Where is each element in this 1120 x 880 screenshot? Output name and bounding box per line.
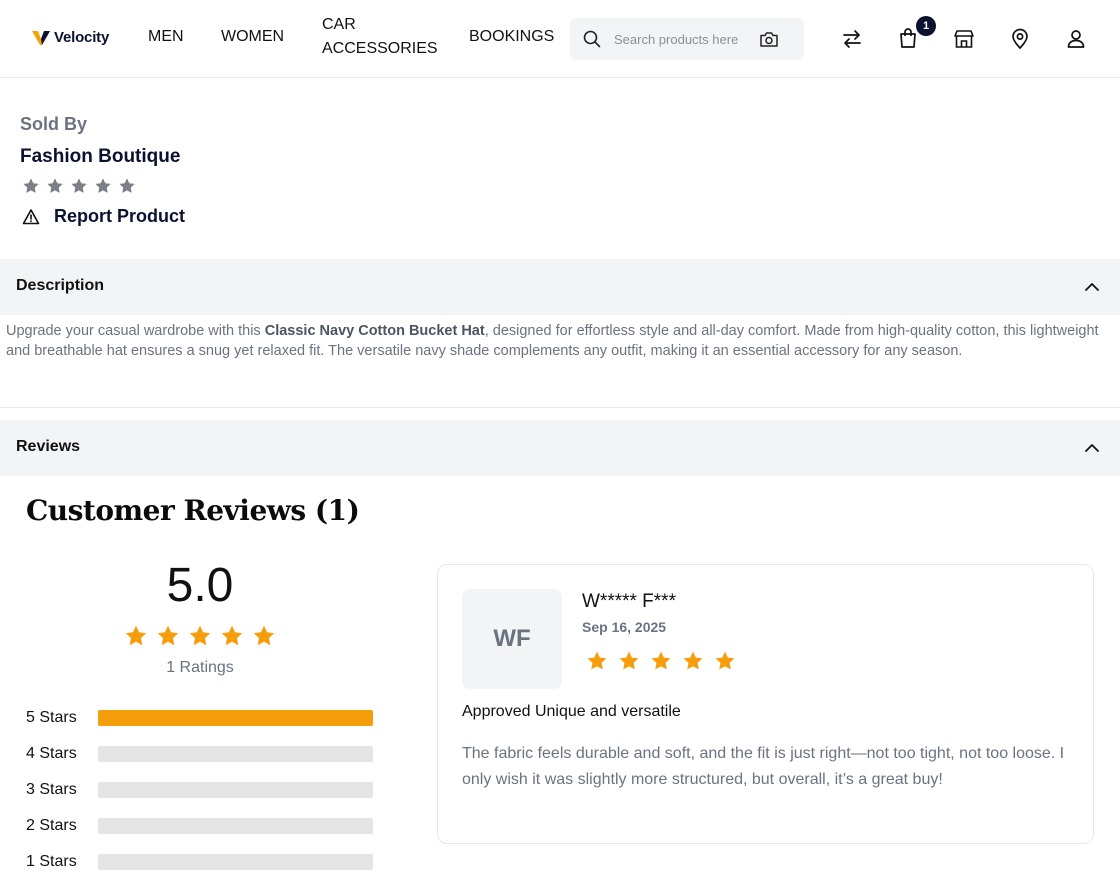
description-title: Description bbox=[16, 277, 105, 294]
nav-men[interactable]: MEN bbox=[148, 25, 184, 49]
site-header: Velocity MEN WOMEN CAR ACCESSORIES BOOKI… bbox=[0, 0, 1120, 78]
review-stars bbox=[586, 650, 736, 672]
report-product-label: Report Product bbox=[54, 206, 186, 226]
nav-bookings[interactable]: BOOKINGS bbox=[469, 25, 554, 49]
star-icon bbox=[119, 178, 135, 193]
brand-logo[interactable]: Velocity bbox=[32, 28, 109, 46]
user-icon[interactable] bbox=[1064, 27, 1088, 51]
search-icon[interactable] bbox=[583, 30, 601, 48]
star-icon bbox=[221, 625, 243, 646]
store-icon[interactable] bbox=[952, 27, 976, 51]
rating-bar-4: 4 Stars bbox=[26, 744, 376, 764]
star-icon bbox=[683, 651, 703, 670]
nav-car-accessories[interactable]: CAR ACCESSORIES bbox=[322, 13, 442, 61]
ratings-count: 1 Ratings bbox=[166, 659, 234, 676]
star-icon bbox=[587, 651, 607, 670]
rating-bar-1: 1 Stars bbox=[26, 852, 376, 872]
rating-bar-track bbox=[98, 746, 373, 762]
seller-name-link[interactable]: Fashion Boutique bbox=[20, 146, 180, 168]
star-icon bbox=[23, 178, 39, 193]
review-card: WF W***** F*** Sep 16, 2025 Approved Uni… bbox=[437, 564, 1094, 844]
rating-bar-track bbox=[98, 818, 373, 834]
velocity-logo-icon bbox=[32, 31, 50, 45]
search-bar bbox=[570, 18, 804, 60]
star-icon bbox=[71, 178, 87, 193]
brand-name: Velocity bbox=[54, 28, 110, 46]
star-icon bbox=[253, 625, 275, 646]
rating-bar-label: 5 Stars bbox=[26, 709, 77, 726]
rating-bar-track bbox=[98, 782, 373, 798]
compare-icon[interactable] bbox=[840, 27, 864, 51]
description-text: Upgrade your casual wardrobe with this C… bbox=[6, 321, 1110, 361]
star-icon bbox=[651, 651, 671, 670]
rating-bar-label: 3 Stars bbox=[26, 781, 77, 798]
nav-women[interactable]: WOMEN bbox=[221, 25, 284, 49]
description-text-intro: Upgrade your casual wardrobe with this bbox=[6, 323, 265, 339]
search-input[interactable] bbox=[614, 29, 754, 49]
rating-bar-track bbox=[98, 710, 373, 726]
review-body: The fabric feels durable and soft, and t… bbox=[462, 745, 1065, 788]
customer-reviews-heading: Customer Reviews (1) bbox=[26, 494, 360, 527]
description-accordion-header[interactable]: Description bbox=[0, 259, 1120, 315]
seller-rating-stars bbox=[22, 177, 136, 195]
location-icon[interactable] bbox=[1008, 27, 1032, 51]
review-date: Sep 16, 2025 bbox=[582, 619, 667, 635]
star-icon bbox=[189, 625, 211, 646]
star-icon bbox=[157, 625, 179, 646]
average-rating: 5.0 bbox=[166, 559, 234, 612]
rating-bar-track bbox=[98, 854, 373, 870]
rating-bar-2: 2 Stars bbox=[26, 816, 376, 836]
rating-bar-3: 3 Stars bbox=[26, 780, 376, 800]
review-title: Approved Unique and versatile bbox=[462, 703, 681, 720]
section-divider bbox=[0, 407, 1120, 408]
average-rating-stars bbox=[124, 624, 276, 648]
star-icon bbox=[619, 651, 639, 670]
reviewer-avatar: WF bbox=[462, 589, 562, 689]
chevron-up-icon bbox=[1085, 444, 1099, 452]
rating-bar-fill bbox=[98, 710, 373, 726]
rating-bar-label: 4 Stars bbox=[26, 745, 77, 762]
star-icon bbox=[125, 625, 147, 646]
chevron-up-icon bbox=[1085, 283, 1099, 291]
star-icon bbox=[715, 651, 735, 670]
sold-by-label: Sold By bbox=[20, 114, 88, 134]
rating-bar-5: 5 Stars bbox=[26, 708, 376, 728]
reviews-accordion-header[interactable]: Reviews bbox=[0, 420, 1120, 476]
warning-icon bbox=[22, 208, 40, 224]
rating-bar-label: 2 Stars bbox=[26, 817, 77, 834]
star-icon bbox=[95, 178, 111, 193]
reviewer-name: W***** F*** bbox=[582, 591, 676, 612]
camera-icon[interactable] bbox=[759, 29, 779, 49]
product-name: Classic Navy Cotton Bucket Hat bbox=[264, 323, 485, 339]
star-icon bbox=[47, 178, 63, 193]
reviews-title: Reviews bbox=[16, 438, 81, 455]
cart-count-badge: 1 bbox=[916, 16, 936, 36]
report-product-button[interactable]: Report Product bbox=[22, 206, 185, 227]
rating-bar-label: 1 Stars bbox=[26, 853, 77, 870]
